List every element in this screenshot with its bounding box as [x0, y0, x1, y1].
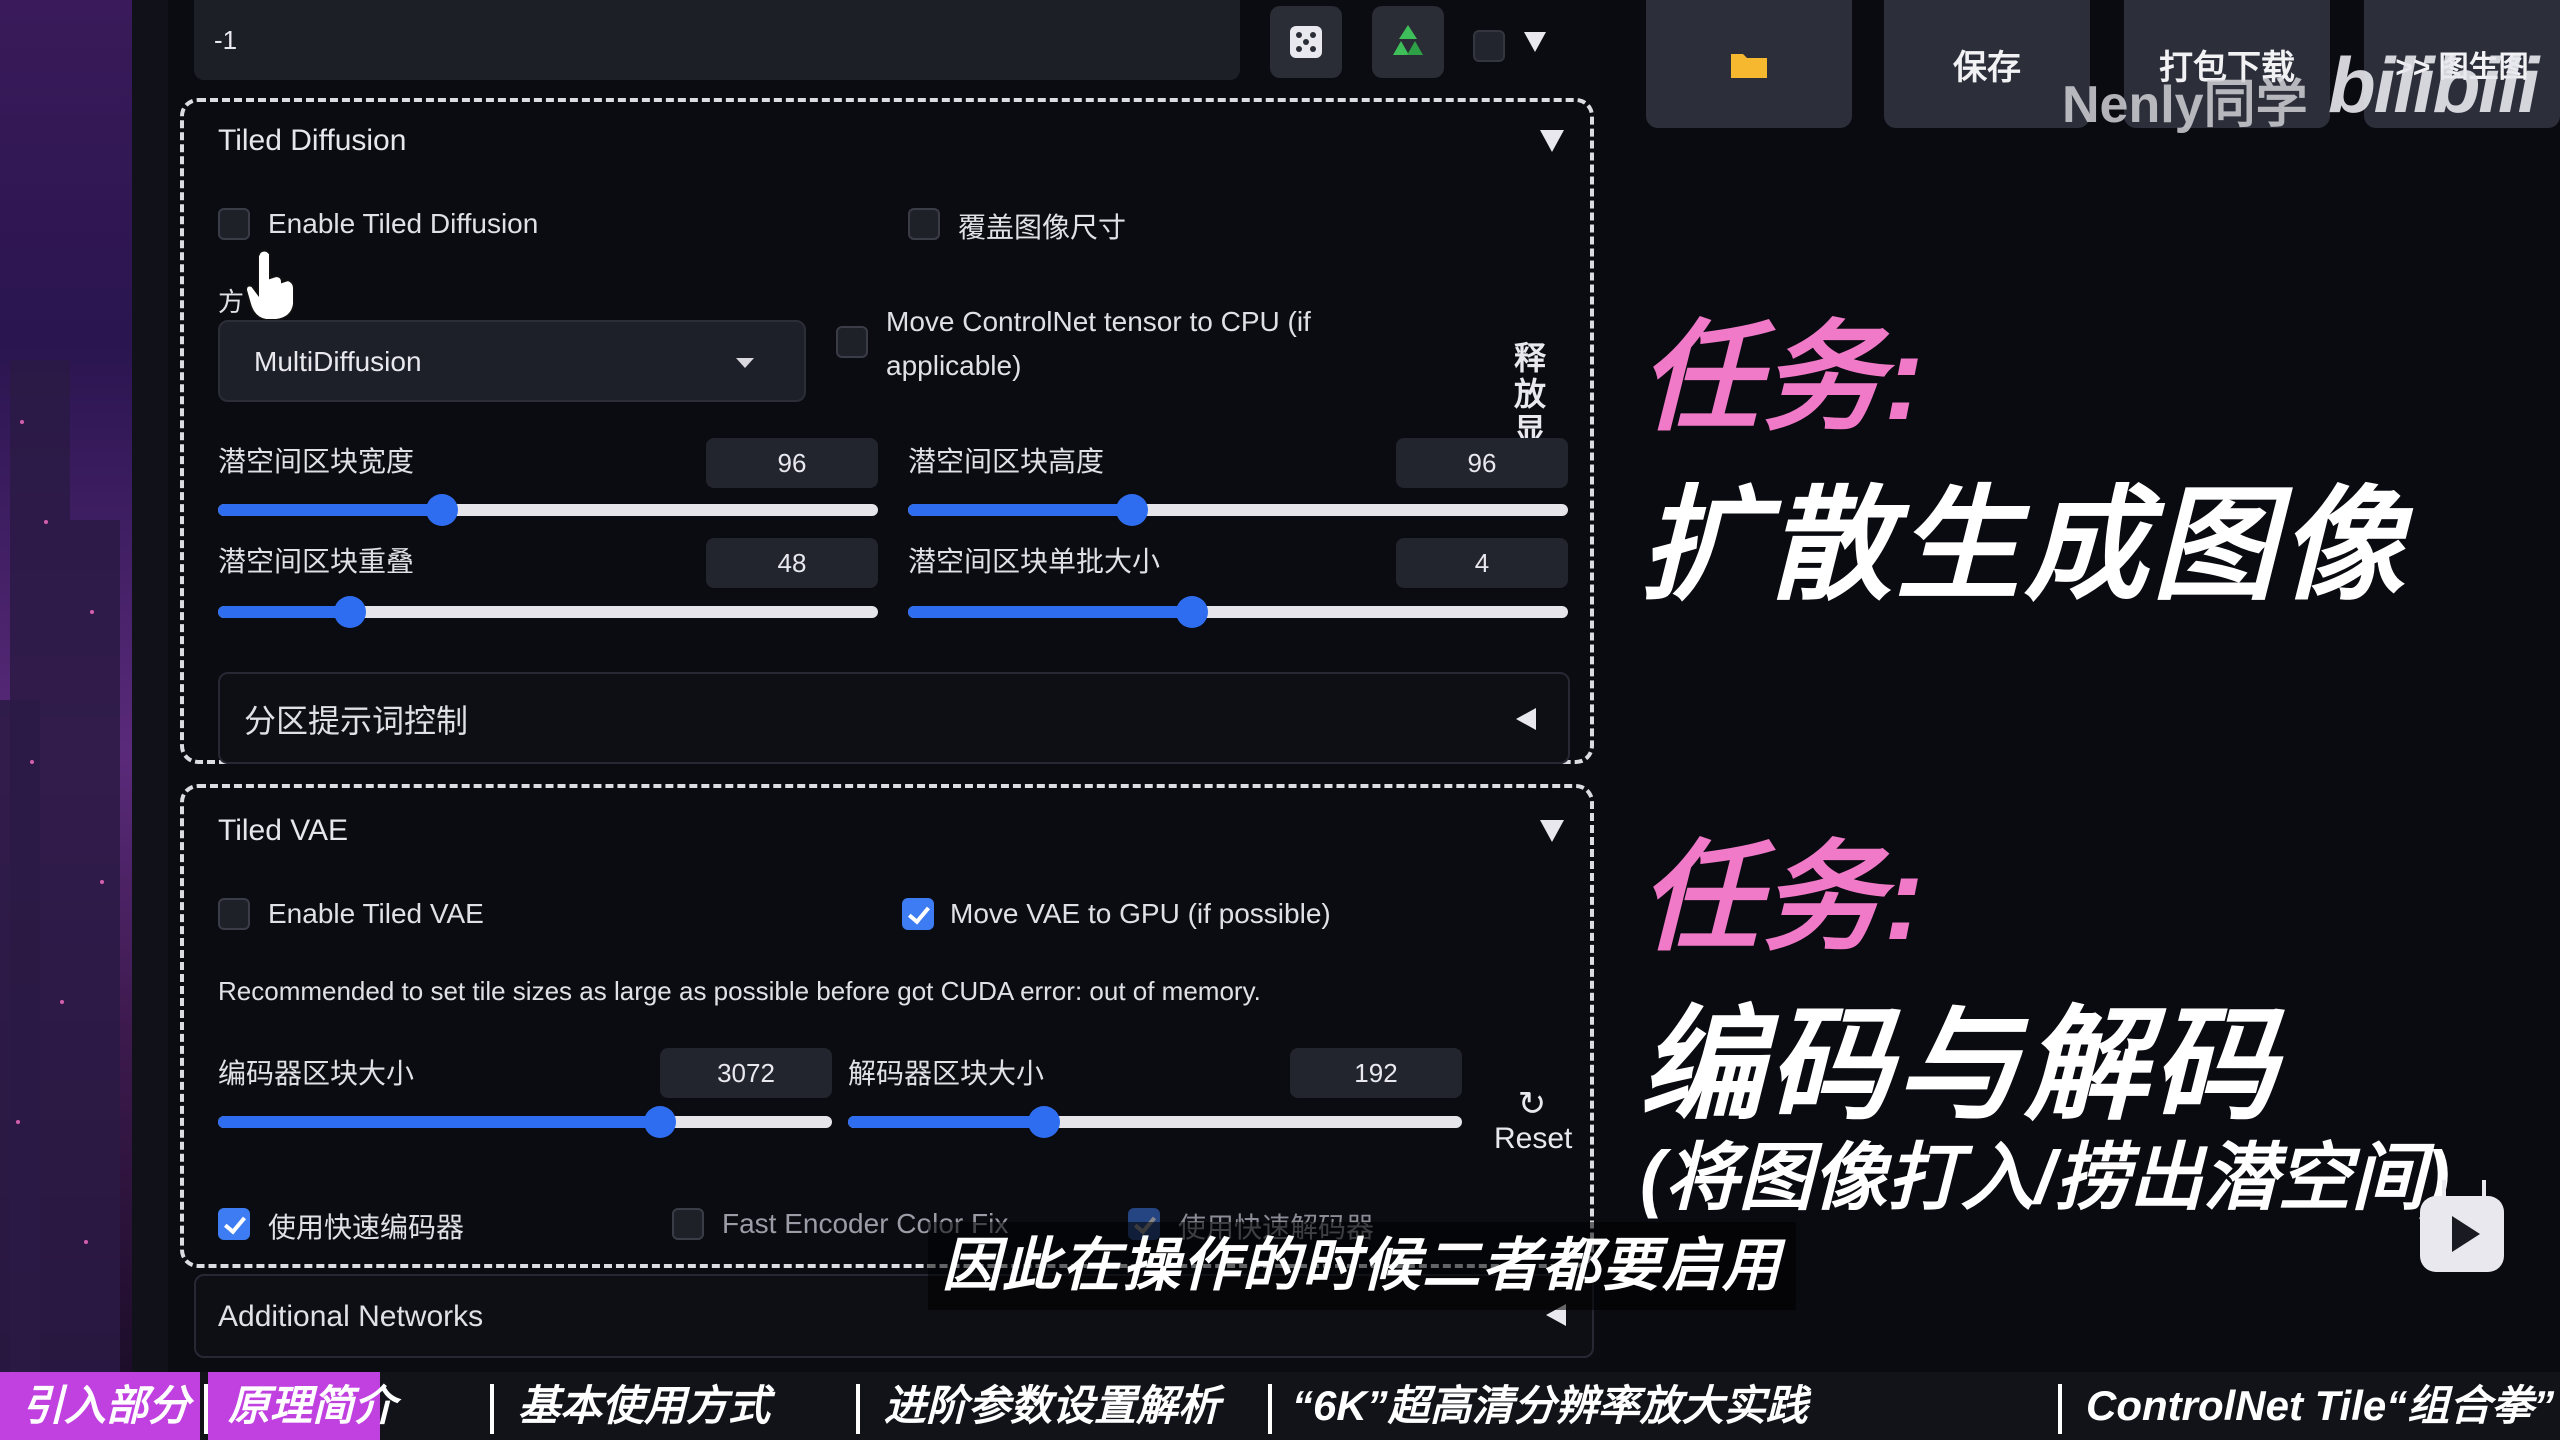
chapter-separator [1268, 1384, 1272, 1434]
decoder-tile-size-input[interactable]: 192 [1290, 1048, 1462, 1098]
free-vram-label: 释放显 [1513, 340, 1546, 448]
fast-encoder-label: 使用快速编码器 [268, 1212, 465, 1243]
chapter-separator [490, 1384, 494, 1434]
tile-width-input[interactable]: 96 [706, 438, 878, 488]
tiled-diffusion-accordion [180, 98, 1594, 764]
chapter-4[interactable]: 进阶参数设置解析 [884, 1372, 1220, 1440]
tile-height-input[interactable]: 96 [1396, 438, 1568, 488]
expand-icon [1516, 708, 1536, 730]
tile-batch-label: 潜空间区块单批大小 [908, 546, 1161, 577]
chapter-6[interactable]: ControlNet Tile“组合拳” [2086, 1372, 2554, 1440]
collapse-icon[interactable] [1540, 130, 1564, 152]
tile-batch-input[interactable]: 4 [1396, 538, 1568, 588]
tiled-vae-title[interactable]: Tiled VAE [218, 814, 348, 848]
method-label: 方 [218, 287, 245, 317]
fast-encoder-checkbox[interactable] [218, 1208, 250, 1240]
encoder-tile-size-slider[interactable] [218, 1106, 832, 1138]
task-2-note: (将图像打入/捞出潜空间) [1640, 1136, 2450, 1219]
chapter-5[interactable]: “6K”超高清分辨率放大实践 [1292, 1372, 1808, 1440]
tile-batch-slider[interactable] [908, 596, 1568, 628]
method-dropdown-value: MultiDiffusion [254, 346, 422, 377]
collapse-icon[interactable] [1540, 820, 1564, 842]
bilibili-logo: bilibili [2328, 41, 2539, 129]
task-1-title: 任务: [1640, 311, 1926, 445]
fast-encoder-color-fix-checkbox[interactable] [672, 1208, 704, 1240]
save-button[interactable]: 保存 [1884, 0, 2090, 128]
tile-overlap-slider[interactable] [218, 596, 878, 628]
enable-tiled-diffusion-checkbox[interactable] [218, 208, 250, 240]
video-subtitle: 因此在操作的时候二者都要启用 [928, 1222, 1797, 1310]
recycle-icon[interactable] [1372, 6, 1444, 78]
vae-recommendation-text: Recommended to set tile sizes as large a… [218, 976, 1261, 1006]
additional-networks-label: Additional Networks [218, 1300, 484, 1333]
dice-icon[interactable] [1270, 6, 1342, 78]
tiled-vae-accordion [180, 784, 1594, 1268]
tile-height-slider[interactable] [908, 494, 1568, 526]
encoder-tile-size-label: 编码器区块大小 [218, 1058, 415, 1089]
chapter-2[interactable]: 原理简介 [208, 1372, 396, 1440]
folder-icon [1731, 54, 1767, 78]
move-controlnet-cpu-checkbox[interactable] [836, 326, 868, 358]
chapter-separator [2058, 1384, 2062, 1434]
enable-tiled-diffusion-label: Enable Tiled Diffusion [268, 208, 539, 239]
seed-extra-toggle-icon[interactable] [1524, 32, 1546, 52]
tile-width-slider[interactable] [218, 494, 878, 526]
tile-width-label: 潜空间区块宽度 [218, 446, 415, 477]
task-2-title: 任务: [1640, 831, 1926, 965]
decoder-tile-size-label: 解码器区块大小 [848, 1058, 1045, 1089]
tile-height-label: 潜空间区块高度 [908, 446, 1105, 477]
enable-tiled-vae-checkbox[interactable] [218, 898, 250, 930]
chapter-1[interactable]: 引入部分 [0, 1372, 200, 1440]
override-image-size-checkbox[interactable] [908, 208, 940, 240]
enable-tiled-vae-label: Enable Tiled VAE [268, 898, 484, 929]
move-vae-gpu-label: Move VAE to GPU (if possible) [950, 898, 1331, 929]
move-controlnet-cpu-label-line2: applicable) [886, 350, 1022, 381]
move-vae-gpu-checkbox[interactable] [902, 898, 934, 930]
tile-overlap-input[interactable]: 48 [706, 538, 878, 588]
move-controlnet-cpu-label-line1: Move ControlNet tensor to CPU (if [886, 306, 1311, 337]
task-2-body: 编码与解码 [1640, 997, 2281, 1135]
background-city-image [0, 0, 132, 1372]
open-folder-button[interactable] [1646, 0, 1852, 128]
play-icon[interactable] [2420, 1196, 2504, 1272]
left-divider [132, 0, 168, 1372]
decoder-tile-size-slider[interactable] [848, 1106, 1462, 1138]
method-dropdown[interactable]: MultiDiffusion [218, 320, 806, 402]
chevron-down-icon [736, 358, 754, 368]
seed-extra-checkbox[interactable] [1473, 30, 1505, 62]
encoder-tile-size-input[interactable]: 3072 [660, 1048, 832, 1098]
watermark: Nenly同学 [2062, 76, 2308, 134]
region-prompt-control-label: 分区提示词控制 [244, 703, 469, 739]
reset-label: Reset [1494, 1122, 1573, 1155]
seed-input[interactable]: -1 [194, 0, 1240, 80]
chapter-separator [856, 1384, 860, 1434]
chapter-3[interactable]: 基本使用方式 [518, 1372, 770, 1440]
override-image-size-label: 覆盖图像尺寸 [958, 212, 1127, 243]
tile-overlap-label: 潜空间区块重叠 [218, 546, 415, 577]
tiled-diffusion-title[interactable]: Tiled Diffusion [218, 124, 406, 158]
reset-button[interactable]: ↻ Reset [1494, 1085, 1573, 1156]
task-1-body: 扩散生成图像 [1640, 477, 2409, 615]
refresh-icon: ↻ [1517, 1085, 1547, 1123]
region-prompt-control-accordion[interactable]: 分区提示词控制 [218, 672, 1570, 764]
